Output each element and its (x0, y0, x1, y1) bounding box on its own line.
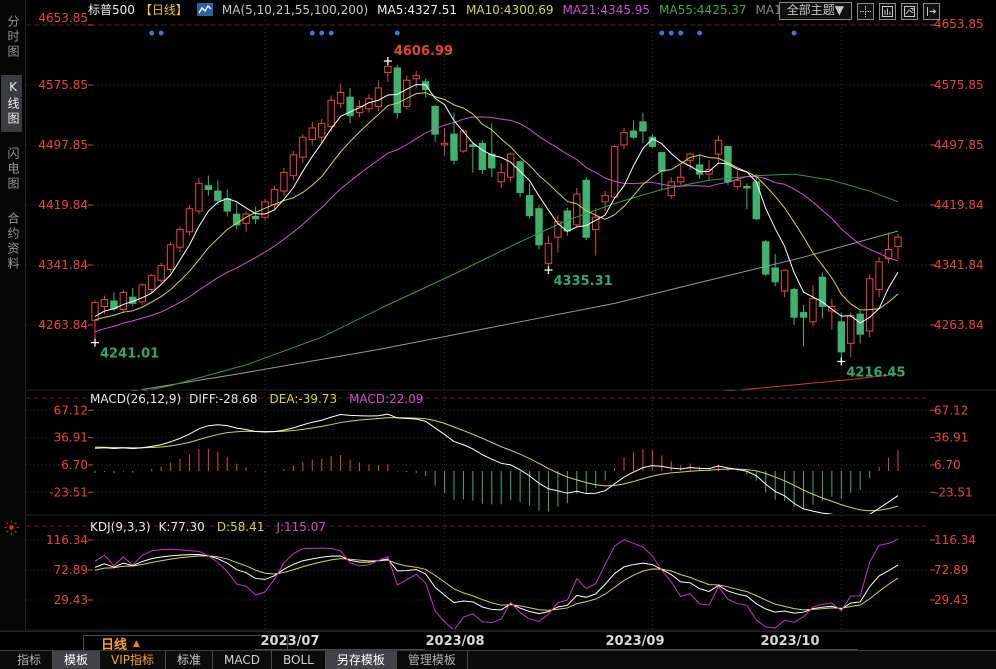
kdj-axis-label-right: 116.34 (934, 533, 976, 547)
bottom-tab-1[interactable]: 模板 (53, 651, 101, 669)
y-axis-label-right: 4497.85 (934, 138, 984, 152)
y-axis-label-left: 4653.85 (38, 11, 88, 25)
sidebar-tab-contract-info[interactable]: 合约资料 (1, 207, 22, 277)
theme-dropdown-button[interactable]: 全部主题▼ (778, 2, 852, 20)
chart-header: 标普500 【日线】 MA(5,10,21,55,100,200) MA5:43… (88, 1, 797, 18)
pane-chart-arrow-icon[interactable] (901, 2, 918, 20)
month-label: 2023/08 (425, 634, 485, 649)
bottom-tab-5[interactable]: BOLL (272, 651, 326, 669)
kdj-panel-header: KDJ(9,3,3) K:77.30 D:58.41 J:115.07 (90, 520, 326, 534)
macd-title: MACD(26,12,9) (90, 392, 182, 406)
crosshair-move-icon[interactable] (857, 2, 874, 20)
bottom-tab-bar: 指标 模板 VIP指标 标准 MACD BOLL 另存模板 管理模板 (0, 650, 996, 669)
sidebar-tab-kline[interactable]: K线图 (1, 75, 22, 132)
symbol-name: 标普500 (88, 3, 135, 17)
sidebar-tab-timeshare[interactable]: 分时图 (1, 10, 22, 65)
macd-axis-label-right: 6.70 (934, 458, 961, 472)
macd-axis-label-left: 36.91 (54, 431, 88, 445)
bottom-tab-3[interactable]: 标准 (166, 651, 214, 669)
chart-canvas[interactable]: 4653.85 4653.85 4575.85 4575.85 4497.85 4497.… (0, 0, 996, 669)
y-axis-label-right: 4263.84 (934, 318, 984, 332)
time-axis: 日线 ▲ 2023/07 2023/08 2023/09 2023/10 (0, 631, 996, 653)
kdj-title: KDJ(9,3,3) (90, 520, 151, 534)
y-axis-label-right: 4341.84 (934, 258, 984, 272)
period-badge: 【日线】 (139, 3, 188, 17)
price-annotation: 4335.31 (553, 274, 612, 289)
macd-dea-value: DEA:-39.73 (269, 392, 338, 406)
bottom-tab-7[interactable]: 管理模板 (397, 651, 468, 669)
y-axis-label-left: 4263.84 (38, 318, 88, 332)
macd-axis-label-left: 67.12 (54, 403, 88, 417)
kdj-axis-label-left: 72.89 (54, 563, 88, 577)
y-axis-label-left: 4575.85 (38, 78, 88, 92)
month-label: 2023/10 (760, 634, 820, 649)
kdj-axis-label-left: 116.34 (46, 533, 88, 547)
macd-macd-value: MACD:22.09 (349, 392, 424, 406)
ma55-value: MA55:4425.37 (659, 2, 747, 17)
ma-settings-label: MA(5,10,21,55,100,200) (221, 2, 369, 17)
macd-axis-label-right: -23.51 (934, 485, 973, 499)
kdj-axis-label-right: 29.43 (934, 593, 968, 607)
ma10-value: MA10:4300.69 (466, 2, 554, 17)
month-label: 2023/09 (605, 634, 665, 649)
y-axis-label-right: 4575.85 (934, 78, 984, 92)
caret-up-icon: ▲ (133, 638, 140, 649)
bottom-tab-2[interactable]: VIP指标 (100, 651, 167, 669)
y-axis-label-left: 4419.84 (38, 198, 88, 212)
pane-histogram-icon[interactable] (879, 2, 896, 20)
bottom-tab-4[interactable]: MACD (213, 651, 273, 669)
bottom-tab-6[interactable]: 另存模板 (325, 651, 397, 669)
kdj-axis-label-right: 72.89 (934, 563, 968, 577)
kdj-axis-label-left: 29.43 (54, 593, 88, 607)
ma5-value: MA5:4327.51 (377, 2, 458, 17)
price-annotation: 4241.01 (100, 347, 159, 362)
y-axis-label-right: 4653.85 (934, 17, 984, 31)
kdj-panel-marker-icon (4, 520, 19, 535)
macd-axis-label-right: 67.12 (934, 403, 968, 417)
kdj-d-value: D:58.41 (216, 520, 265, 534)
kdj-j-value: J:115.07 (276, 520, 327, 534)
bottom-tab-0[interactable]: 指标 (6, 651, 54, 669)
kline-chart-app: 4653.85 4653.85 4575.85 4575.85 4497.85 4497.… (0, 0, 996, 669)
macd-axis-label-right: 36.91 (934, 431, 968, 445)
macd-axis-label-left: -23.51 (49, 485, 88, 499)
mini-chart-icon (196, 3, 213, 16)
sidebar-tab-lightning[interactable]: 闪电图 (1, 142, 22, 197)
macd-panel-header: MACD(26,12,9) DIFF:-28.68 DEA:-39.73 MAC… (90, 392, 423, 406)
macd-diff-value: DIFF:-28.68 (189, 392, 258, 406)
y-axis-label-left: 4497.85 (38, 138, 88, 152)
macd-axis-label-left: 6.70 (61, 458, 88, 472)
pane-shift-right-icon[interactable] (923, 2, 940, 20)
top-toolbar: 全部主题▼ (778, 2, 940, 20)
price-annotation: 4216.45 (846, 365, 905, 380)
ma21-value: MA21:4345.95 (562, 2, 651, 17)
y-axis-label-right: 4419.84 (934, 198, 984, 212)
price-annotation: 4606.99 (394, 44, 453, 59)
month-label: 2023/07 (260, 634, 320, 649)
y-axis-label-left: 4341.84 (38, 258, 88, 272)
kdj-k-value: K:77.30 (158, 520, 205, 534)
